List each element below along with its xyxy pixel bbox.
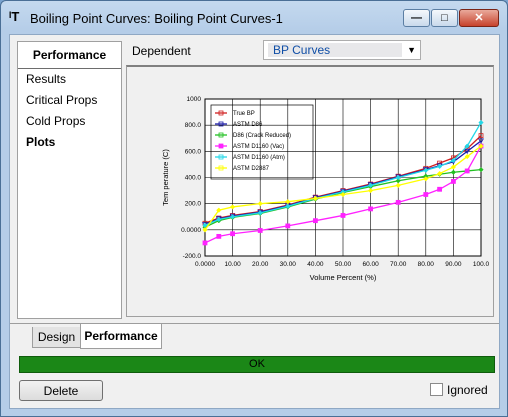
series-point [464,168,470,174]
y-tick-label: 1000 [187,96,202,103]
window-title: Boiling Point Curves: Boiling Point Curv… [30,11,283,26]
legend-entry: ASTM D2887 [233,166,270,172]
ignored-label: Ignored [447,383,488,397]
dependent-value: BP Curves [268,43,402,57]
delete-button[interactable]: Delete [19,380,103,401]
x-tick-label: 100.0 [473,261,490,268]
nav-item-critical-props[interactable]: Critical Props [18,90,121,111]
series-point [368,206,374,212]
x-tick-label: 20.00 [252,261,269,268]
series-point [230,231,235,237]
x-tick-label: 90.00 [445,261,462,268]
legend-entry: ASTM D86 [233,122,263,128]
series-point [450,179,456,184]
app-window: ᴵT Boiling Point Curves: Boiling Point C… [0,0,508,417]
dependent-select[interactable]: BP Curves ▼ [263,40,421,60]
maximize-icon: □ [441,12,448,24]
nav-item-cold-props[interactable]: Cold Props [18,111,121,132]
legend-entry: ASTM D1160 (Vac) [233,144,284,150]
y-axis-label: Tem perature (C) [161,149,170,206]
legend-entry: D86 (Crack Reduced) [233,133,291,139]
y-tick-label: 400.0 [185,175,202,182]
minimize-button[interactable]: — [403,9,430,27]
series-point [423,192,429,197]
minimize-icon: — [411,12,422,24]
y-tick-label: 0.0000 [181,227,201,234]
nav-item-results[interactable]: Results [18,69,121,90]
x-tick-label: 10.00 [224,261,241,268]
series-point [312,218,318,224]
close-button[interactable]: ✕ [459,9,499,27]
tab-strip: Design Performance [10,323,499,349]
y-tick-label: 800.0 [185,122,202,129]
x-tick-label: 40.00 [307,261,324,268]
y-tick-label: -200.0 [183,253,202,260]
nav-item-plots[interactable]: Plots [18,132,121,153]
series-point [216,233,222,239]
y-tick-label: 600.0 [185,148,202,155]
close-icon: ✕ [474,12,484,24]
legend-entry: True BP [233,111,255,117]
x-tick-label: 80.00 [418,261,435,268]
x-tick-label: 50.00 [335,261,352,268]
dependent-label: Dependent [132,44,191,58]
title-bar[interactable]: ᴵT Boiling Point Curves: Boiling Point C… [1,1,507,35]
tab-performance[interactable]: Performance [80,324,162,349]
bp-curves-chart: 0.0000 10.00 20.00 30.00 40.00 50.00 60.00 70.0… [161,96,490,282]
status-bar: OK [19,356,495,373]
x-tick-label: 70.00 [390,261,407,268]
x-tick-label: 0.0000 [195,261,215,268]
chevron-down-icon: ▼ [407,45,416,55]
maximize-button[interactable]: □ [431,9,458,27]
nav-header: Performance [18,42,121,69]
tab-design[interactable]: Design [32,327,81,348]
legend-entry: ASTM D1160 (Atm) [233,155,285,161]
series-point [202,240,208,246]
plot-frame: 0.0000 10.00 20.00 30.00 40.00 50.00 60.00 70.0… [126,65,494,317]
ignored-check-box[interactable] [430,383,443,396]
x-axis-label: Volume Percent (%) [310,273,377,282]
client-area: Performance Results Critical Props Cold … [9,34,500,409]
series-point [395,199,401,205]
series-point [340,213,346,218]
ignored-checkbox[interactable]: Ignored [430,383,488,397]
legend-marker [218,143,224,149]
series-point [285,223,291,229]
side-nav: Performance Results Critical Props Cold … [17,41,122,319]
app-icon: ᴵT [9,9,20,24]
x-tick-label: 60.00 [362,261,379,268]
x-tick-label: 30.00 [280,261,297,268]
series-point [437,186,443,192]
y-tick-label: 200.0 [185,201,202,208]
series-point [257,228,263,233]
